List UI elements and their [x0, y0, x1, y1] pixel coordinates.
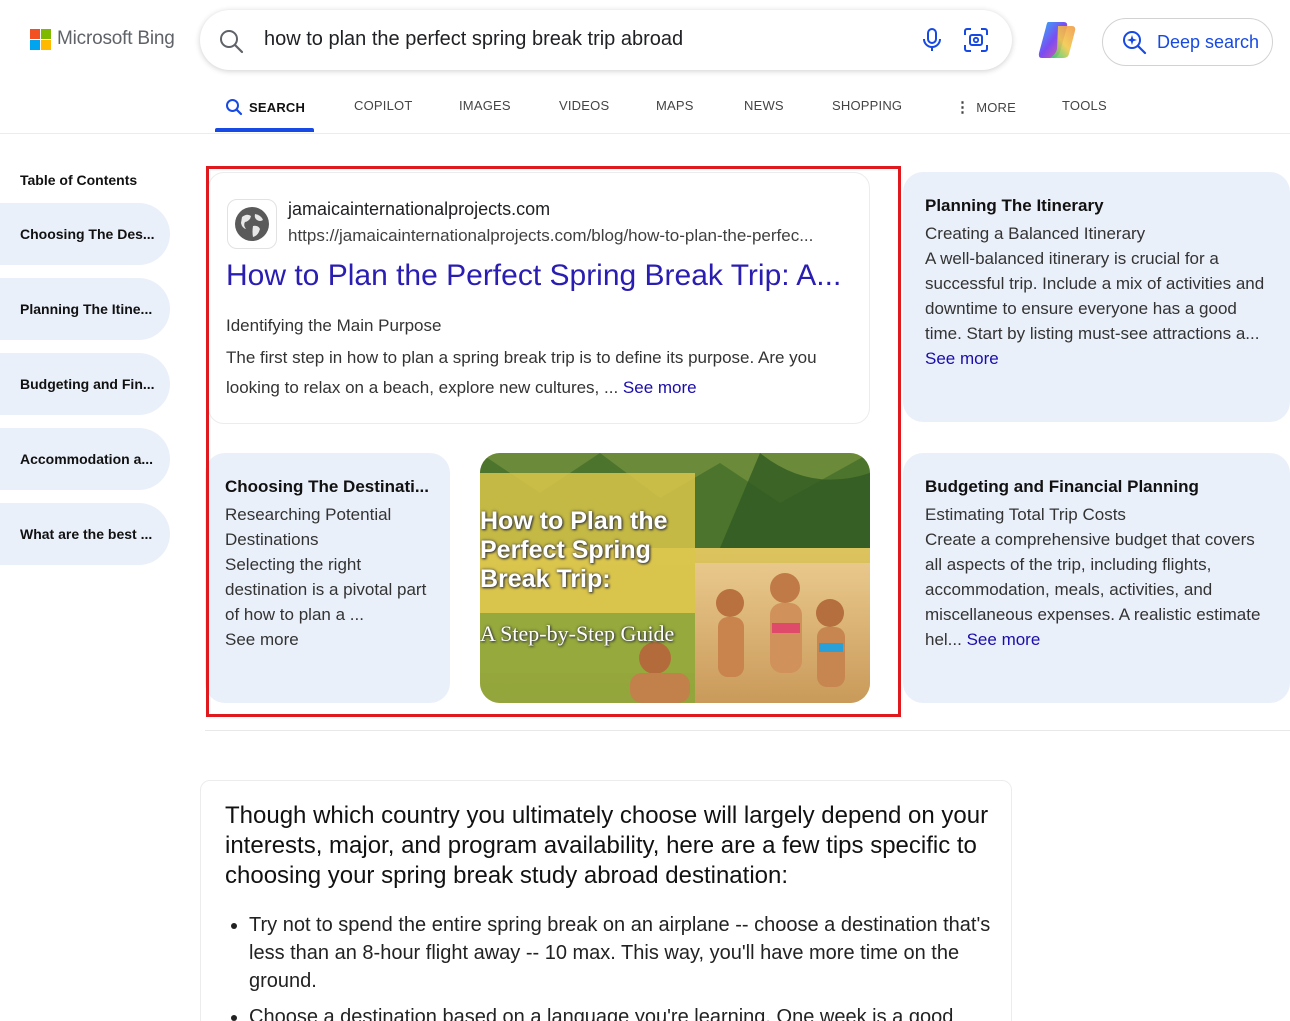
search-input[interactable]: how to plan the perfect spring break tri… — [264, 28, 683, 51]
see-more-link[interactable]: See more — [925, 349, 999, 368]
answer-text: Though which country you ultimately choo… — [225, 802, 989, 889]
bing-logo[interactable]: Microsoft Bing — [30, 28, 175, 50]
tab-tools[interactable]: TOOLS — [1062, 98, 1107, 113]
answer-list: Try not to spend the entire spring break… — [249, 911, 999, 1021]
card-body: Selecting the right destination is a piv… — [225, 555, 427, 624]
card-budgeting[interactable]: Budgeting and Financial Planning Estimat… — [903, 453, 1290, 703]
see-more-link[interactable]: See more — [225, 627, 450, 652]
toc-item-what-are-the-best[interactable]: What are the best ... — [0, 503, 170, 565]
microphone-icon[interactable] — [920, 27, 944, 53]
result-title-link[interactable]: How to Plan the Perfect Spring Break Tri… — [226, 259, 841, 293]
tab-label: SEARCH — [249, 99, 306, 115]
toc-item-planning[interactable]: Planning The Itine... — [0, 278, 170, 340]
deep-search-button[interactable]: Deep search — [1102, 18, 1273, 66]
tab-maps[interactable]: MAPS — [656, 98, 694, 113]
section-divider — [205, 730, 1290, 731]
tab-label: VIDEOS — [559, 98, 610, 113]
card-choosing-destination[interactable]: Choosing The Destinati... Researching Po… — [205, 453, 450, 703]
copilot-icon[interactable] — [1034, 18, 1080, 62]
card-heading: Researching Potential Destinations — [225, 505, 392, 549]
tab-label: MAPS — [656, 98, 694, 113]
more-vertical-icon: ⋮ — [955, 99, 971, 116]
toc-item-accommodation[interactable]: Accommodation a... — [0, 428, 170, 490]
snippet-text: The first step in how to plan a spring b… — [226, 348, 817, 397]
thumbnail-subtitle: A Step-by-Step Guide — [480, 621, 675, 646]
tab-search[interactable]: SEARCH — [225, 98, 305, 116]
site-name[interactable]: jamaicainternationalprojects.com — [288, 199, 550, 220]
thumbnail-title-line: Perfect Spring — [480, 536, 651, 564]
deep-search-icon — [1123, 31, 1147, 55]
tab-label: COPILOT — [354, 98, 413, 113]
logo-text: Microsoft Bing — [57, 28, 175, 49]
card-planning-itinerary[interactable]: Planning The Itinerary Creating a Balanc… — [903, 172, 1290, 422]
search-box[interactable]: how to plan the perfect spring break tri… — [200, 10, 1012, 70]
tab-shopping[interactable]: SHOPPING — [832, 98, 902, 113]
card-heading: Estimating Total Trip Costs — [925, 505, 1126, 524]
tab-more[interactable]: ⋮ MORE — [955, 98, 1016, 116]
nav-tabs: SEARCH COPILOT IMAGES VIDEOS MAPS NEWS S… — [0, 90, 1290, 134]
search-icon — [226, 99, 243, 116]
deep-search-label: Deep search — [1157, 31, 1260, 52]
globe-icon — [235, 207, 269, 241]
thumbnail-title-line: Break Trip: — [480, 565, 611, 593]
card-title: Planning The Itinerary — [925, 196, 1104, 215]
answer-card: Though which country you ultimately choo… — [200, 780, 1012, 1021]
result-subheading: Identifying the Main Purpose — [226, 316, 442, 335]
tab-label: TOOLS — [1062, 98, 1107, 113]
thumbnail-title: How to Plan the Perfect Spring Break Tri… — [480, 507, 668, 594]
tab-label: SHOPPING — [832, 98, 903, 113]
tab-label: NEWS — [744, 98, 784, 113]
thumbnail-title-line: How to Plan the — [480, 507, 668, 535]
result-thumbnail-image[interactable]: How to Plan the Perfect Spring Break Tri… — [480, 453, 870, 703]
search-icon[interactable] — [218, 28, 244, 54]
tab-news[interactable]: NEWS — [744, 98, 784, 113]
site-favicon[interactable] — [227, 199, 277, 249]
card-body: Create a comprehensive budget that cover… — [925, 527, 1270, 652]
card-body-text: A well-balanced itinerary is crucial for… — [925, 249, 1265, 343]
card-heading: Creating a Balanced Itinerary — [925, 224, 1146, 243]
toc-title: Table of Contents — [20, 172, 138, 188]
tab-images[interactable]: IMAGES — [459, 98, 511, 113]
camera-search-icon[interactable] — [962, 26, 990, 54]
card-title: Choosing The Destinati... — [225, 477, 430, 496]
tab-label: MORE — [976, 99, 1017, 115]
see-more-link[interactable]: See more — [967, 630, 1041, 649]
microsoft-logo-icon — [30, 28, 51, 50]
toc-item-choosing[interactable]: Choosing The Des... — [0, 203, 170, 265]
card-title: Budgeting and Financial Planning — [925, 477, 1199, 496]
main-result-card: jamaicainternationalprojects.com https:/… — [208, 172, 870, 424]
tab-videos[interactable]: VIDEOS — [559, 98, 609, 113]
card-body: A well-balanced itinerary is crucial for… — [925, 246, 1270, 371]
list-item: Try not to spend the entire spring break… — [249, 911, 999, 995]
active-tab-indicator — [215, 128, 314, 132]
site-url[interactable]: https://jamaicainternationalprojects.com… — [288, 226, 813, 246]
see-more-link[interactable]: See more — [623, 378, 697, 397]
tab-copilot[interactable]: COPILOT — [354, 98, 412, 113]
list-item: Choose a destination based on a language… — [249, 1003, 999, 1021]
result-snippet: The first step in how to plan a spring b… — [226, 343, 851, 403]
tab-label: IMAGES — [459, 98, 511, 113]
toc-item-budgeting[interactable]: Budgeting and Fin... — [0, 353, 170, 415]
